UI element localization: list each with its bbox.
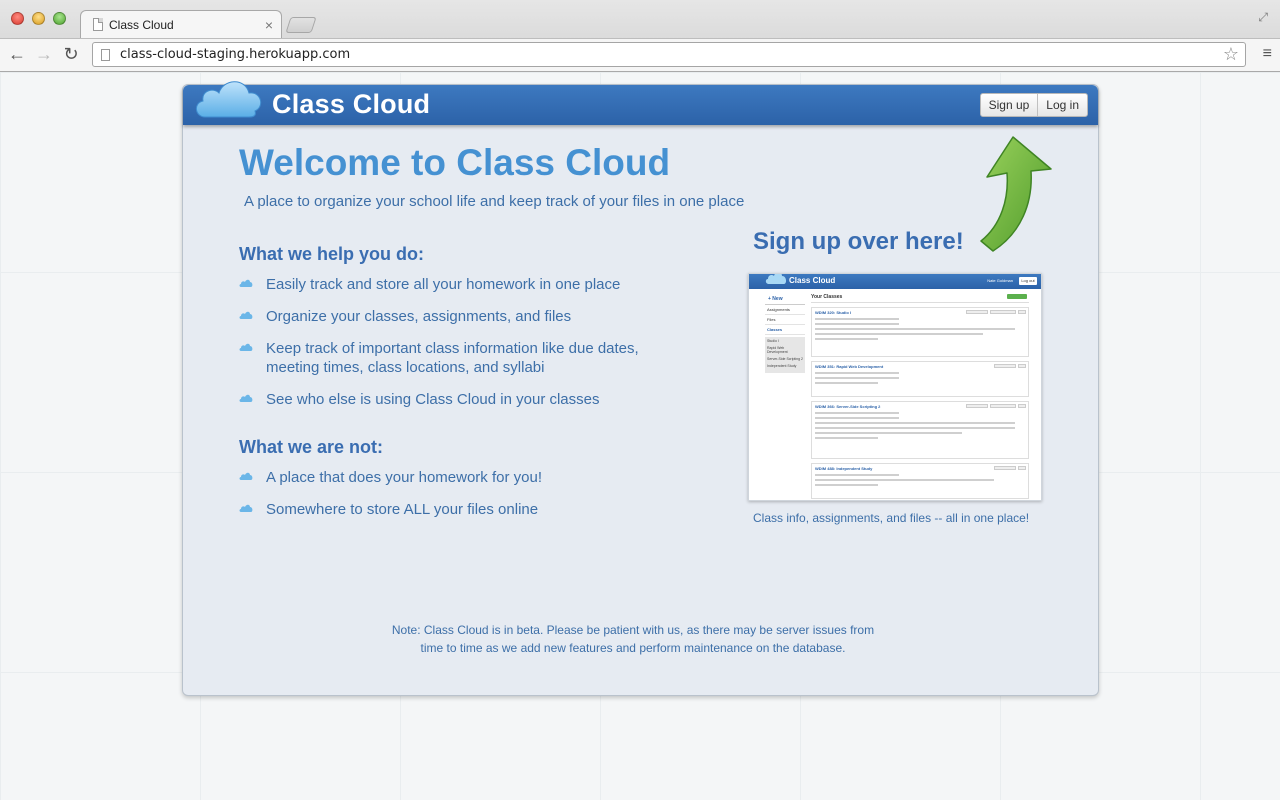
- list-item-text: Somewhere to store ALL your files online: [266, 501, 539, 518]
- cloud-bullet-icon: [239, 343, 253, 351]
- browser-tab[interactable]: Class Cloud ×: [80, 10, 282, 38]
- login-button[interactable]: Log in: [1037, 94, 1087, 116]
- minimize-window-button[interactable]: [32, 12, 45, 25]
- help-list: Easily track and store all your homework…: [239, 275, 659, 422]
- cloud-bullet-icon: [239, 394, 253, 402]
- page-icon: [93, 18, 103, 31]
- preview-new: + New: [765, 296, 805, 305]
- not-list: A place that does your homework for you!…: [239, 468, 659, 532]
- list-item: A place that does your homework for you!: [239, 468, 659, 487]
- list-item-text: Easily track and store all your homework…: [266, 276, 621, 293]
- browser-toolbar: ← → ↻ class-cloud-staging.herokuapp.com …: [0, 38, 1280, 71]
- cloud-bullet-icon: [239, 279, 253, 287]
- preview-user: Nate Goldman: [987, 278, 1013, 283]
- main-card: Class Cloud Sign up Log in Welcome to Cl…: [182, 81, 1099, 696]
- site-header: Class Cloud Sign up Log in: [183, 81, 1098, 125]
- cloud-bullet-icon: [239, 311, 253, 319]
- new-tab-button[interactable]: [285, 17, 317, 33]
- preview-class-card: WDIM 488: Independent Study: [811, 463, 1029, 499]
- preview-caption: Class info, assignments, and files -- al…: [753, 511, 1030, 525]
- cloud-bullet-icon: [239, 472, 253, 480]
- list-item-text: Keep track of important class informatio…: [266, 340, 639, 376]
- cloud-logo-icon: [196, 81, 262, 118]
- preview-nav-item: Files: [765, 315, 805, 325]
- maximize-window-button[interactable]: [53, 12, 66, 25]
- list-item: Somewhere to store ALL your files online: [239, 500, 659, 519]
- menu-icon[interactable]: ≡: [1263, 45, 1272, 63]
- forward-icon[interactable]: →: [33, 43, 55, 65]
- list-item: See who else is using Class Cloud in you…: [239, 390, 659, 409]
- preview-class-buttons: [966, 310, 1026, 314]
- window-controls: [11, 12, 66, 25]
- preview-logout: Log out: [1019, 277, 1037, 285]
- preview-sidebar: + New Assignments Files Classes Studio I…: [765, 296, 805, 392]
- cloud-bullet-icon: [239, 504, 253, 512]
- preview-class-buttons: [994, 466, 1026, 470]
- signup-button[interactable]: Sign up: [981, 94, 1038, 116]
- reload-icon[interactable]: ↻: [60, 43, 82, 65]
- address-bar[interactable]: class-cloud-staging.herokuapp.com ☆: [92, 42, 1246, 67]
- preview-header: Class Cloud Nate Goldman Log out: [749, 274, 1041, 289]
- signup-callout[interactable]: Sign up over here!: [753, 228, 964, 256]
- fullscreen-icon[interactable]: ⤢: [1258, 10, 1268, 25]
- list-item-text: A place that does your homework for you!: [266, 469, 542, 486]
- browser-chrome: Class Cloud × ⤢ ← → ↻ class-cloud-stagin…: [0, 0, 1280, 72]
- tagline: A place to organize your school life and…: [244, 193, 745, 210]
- list-item: Organize your classes, assignments, and …: [239, 307, 659, 326]
- preview-class-buttons: [994, 364, 1026, 368]
- beta-note: Note: Class Cloud is in beta. Please be …: [373, 621, 893, 657]
- list-item: Easily track and store all your homework…: [239, 275, 659, 294]
- beta-note-line: Note: Class Cloud is in beta. Please be …: [391, 623, 875, 637]
- close-tab-icon[interactable]: ×: [265, 17, 273, 33]
- bookmark-star-icon[interactable]: ☆: [1223, 44, 1239, 65]
- preview-main: Your Classes WDIM 320: Studio I WDIM 351…: [811, 294, 1029, 499]
- auth-buttons: Sign up Log in: [979, 93, 1088, 117]
- preview-subnav-item: Studio I: [767, 339, 779, 343]
- beta-note-line: time to time as we add new features and …: [420, 641, 846, 655]
- page-title: Welcome to Class Cloud: [239, 142, 671, 183]
- preview-class-card: WDIM 320: Studio I: [811, 307, 1029, 357]
- app-preview-image: Class Cloud Nate Goldman Log out + New A…: [748, 273, 1042, 501]
- close-window-button[interactable]: [11, 12, 24, 25]
- preview-cloud-icon: [765, 274, 787, 284]
- preview-class-card: WDIM 351: Rapid Web Development: [811, 361, 1029, 397]
- tab-title: Class Cloud: [109, 17, 174, 32]
- preview-subnav-item: Server-Side Scripting 2: [767, 357, 803, 361]
- green-arrow-icon: [980, 136, 1052, 252]
- preview-subnav-item: Independent Study: [767, 364, 797, 368]
- list-item-text: Organize your classes, assignments, and …: [266, 308, 572, 325]
- list-item: Keep track of important class informatio…: [239, 339, 659, 377]
- url-text: class-cloud-staging.herokuapp.com: [120, 47, 351, 62]
- back-icon[interactable]: ←: [6, 43, 28, 65]
- brand-title[interactable]: Class Cloud: [272, 89, 430, 120]
- not-section-title: What we are not:: [239, 437, 384, 457]
- preview-your-classes-label: Your Classes: [811, 294, 843, 300]
- preview-your-classes: Your Classes: [811, 294, 1029, 303]
- preview-subnav: Studio I Rapid Web Development Server-Si…: [765, 337, 805, 373]
- preview-class-buttons: [966, 404, 1026, 408]
- preview-nav-item: Assignments: [765, 305, 805, 315]
- list-item-text: See who else is using Class Cloud in you…: [266, 391, 600, 408]
- help-section-title: What we help you do:: [239, 244, 424, 264]
- preview-class-card: WDIM 366: Server-Side Scripting 2: [811, 401, 1029, 459]
- page-background: Class Cloud Sign up Log in Welcome to Cl…: [0, 72, 1280, 800]
- preview-subnav-item: Rapid Web Development: [767, 346, 788, 354]
- page-icon: [101, 48, 110, 61]
- preview-nav-item: Classes: [765, 325, 805, 335]
- preview-brand: Class Cloud: [789, 276, 836, 285]
- preview-new-class-button: [1007, 294, 1027, 299]
